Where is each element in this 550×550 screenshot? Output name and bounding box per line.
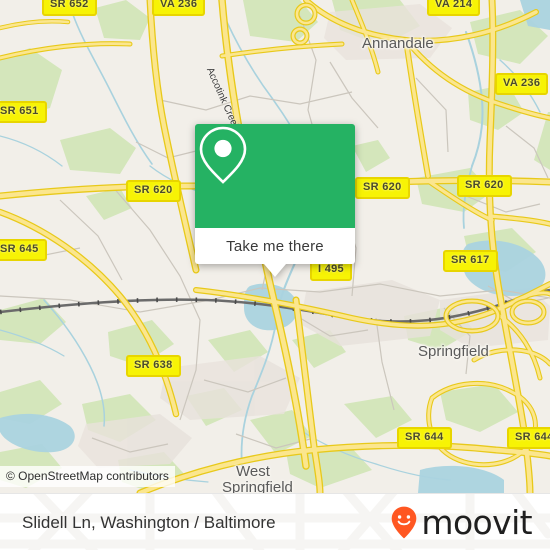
road-shield: SR 620 (355, 177, 410, 199)
road-shield: SR 617 (443, 250, 498, 272)
road-shield: VA 236 (495, 73, 549, 95)
callout-icon-panel (195, 124, 355, 228)
osm-attribution[interactable]: © OpenStreetMap contributors (0, 466, 175, 487)
road-shield: SR 651 (0, 101, 47, 123)
moovit-map-screenshot: SR 652 VA 236 VA 214 VA 236 SR 651 SR 620 SR 6… (0, 0, 550, 550)
place-label: Springfield (222, 479, 293, 493)
map-pin-icon (199, 126, 247, 184)
place-label: West (236, 463, 270, 480)
moovit-pin-icon (392, 506, 417, 539)
destination-callout[interactable]: Take me there (195, 124, 355, 277)
road-shield: SR 620 (457, 175, 512, 197)
take-me-there-label: Take me there (226, 237, 324, 255)
callout-tail (264, 264, 286, 277)
road-shield: SR 652 (42, 0, 97, 16)
road-shield: SR 644 (397, 427, 452, 449)
road-shield: SR 620 (126, 180, 181, 202)
road-shield: SR 638 (126, 355, 181, 377)
road-shield: SR 644 (507, 427, 550, 449)
footer-bar: Slidell Ln, Washington / Baltimore moovi… (0, 493, 550, 550)
road-shield: VA 236 (152, 0, 206, 16)
take-me-there-button[interactable]: Take me there (195, 228, 355, 264)
map-canvas[interactable]: SR 652 VA 236 VA 214 VA 236 SR 651 SR 620 SR 6… (0, 0, 550, 493)
road-shield: SR 645 (0, 239, 47, 261)
moovit-logo[interactable]: moovit (391, 494, 533, 550)
location-title: Slidell Ln, Washington / Baltimore (22, 512, 276, 532)
place-label: Annandale (362, 35, 434, 52)
moovit-wordmark: moovit (421, 503, 532, 542)
road-shield: VA 214 (427, 0, 481, 16)
place-label: Springfield (418, 343, 489, 360)
